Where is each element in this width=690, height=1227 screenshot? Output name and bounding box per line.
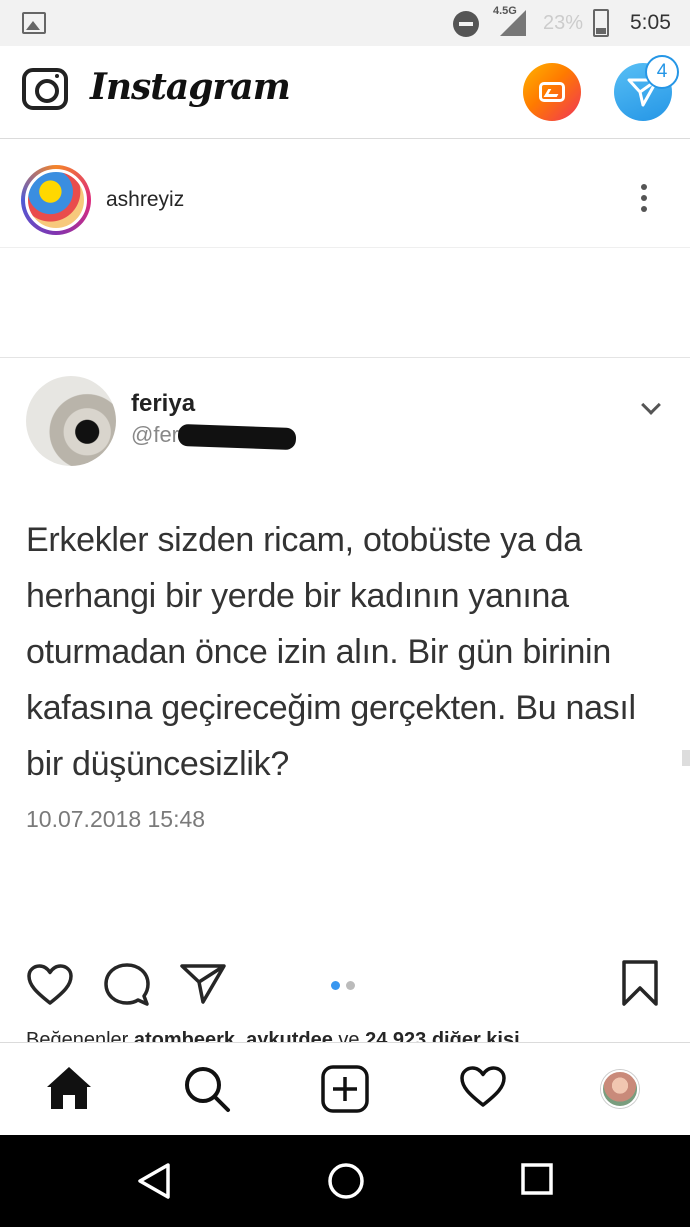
post-header: ashreyiz [0,140,690,248]
likes-summary[interactable]: Beğenenler atombeerk, aykutdee ve 24.923… [26,1028,666,1042]
status-bar: 4.5G 23% 5:05 [0,0,690,46]
igtv-icon [539,82,565,102]
handle-redaction-scribble [177,423,297,451]
battery-icon [593,9,609,37]
home-icon[interactable] [45,1065,93,1111]
post-actions [0,955,690,1015]
likes-conjunction: ve [338,1029,360,1042]
home-circle-icon[interactable] [326,1161,366,1201]
search-icon[interactable] [183,1065,231,1113]
tweet-author-handle: @fer [131,422,180,447]
tweet-date: 10.07.2018 15:48 [26,806,206,832]
app-header: Instagram 4 [0,46,690,139]
android-navigation-bar [0,1135,690,1227]
image-top-margin [0,250,690,358]
tweet-author-avatar [26,376,116,466]
back-icon[interactable] [136,1161,172,1201]
camera-icon[interactable] [22,68,68,110]
do-not-disturb-icon [453,11,479,37]
edge-marker [682,750,690,766]
post-author-username[interactable]: ashreyiz [106,188,184,212]
carousel-dot-active [331,981,340,990]
tweet-author-name: feriya [131,390,196,417]
likes-users[interactable]: atombeerk, aykutdee [134,1029,333,1042]
add-post-icon[interactable] [321,1065,369,1113]
recents-icon[interactable] [520,1161,554,1197]
clock: 5:05 [630,11,671,34]
battery-percent: 23% [543,12,584,34]
profile-avatar[interactable] [601,1070,639,1108]
tweet-text: Erkekler sizden ricam, otobüste ya da he… [26,521,636,783]
carousel-indicator [331,977,361,995]
post-author-avatar[interactable] [21,165,91,235]
bottom-navigation [0,1042,690,1135]
post-image[interactable]: feriya @fer Erkekler sizden ricam, otobü… [0,250,690,962]
activity-heart-icon[interactable] [459,1065,507,1109]
likes-count[interactable]: 24.923 diğer kişi [365,1029,520,1042]
igtv-button[interactable] [523,63,581,121]
bookmark-icon[interactable] [622,960,658,1006]
signal-icon [500,10,526,36]
heart-icon[interactable] [26,963,74,1007]
chevron-down-icon [641,395,661,415]
likes-prefix: Beğenenler [26,1029,129,1042]
comment-icon[interactable] [104,962,150,1008]
more-options-icon[interactable] [632,184,656,218]
instagram-logo: Instagram [90,66,291,108]
direct-message-badge: 4 [645,55,679,89]
share-icon[interactable] [180,962,226,1006]
carousel-dot [346,981,355,990]
photo-notification-icon [22,12,46,34]
